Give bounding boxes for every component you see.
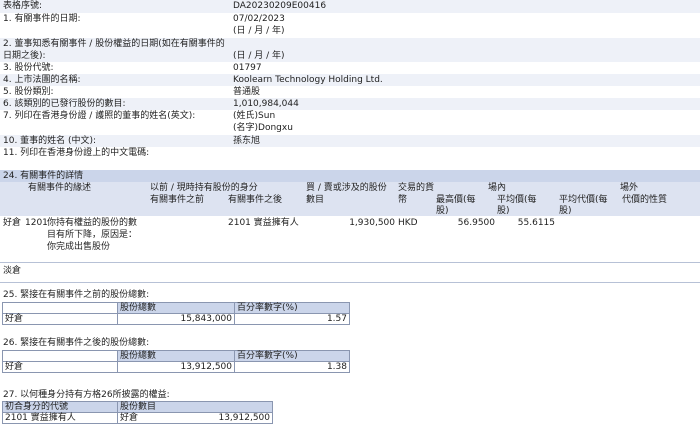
name-cn-label: 10. 董事的姓名 (中文): [3,136,97,146]
section-25-table: 股份總數 百分率數字(%) 好倉 15,843,000 1.57 [2,302,350,325]
name-cn-value: 孫东旭 [233,136,261,146]
event-date-value: 07/02/2023 [233,14,285,24]
s24-position: 好倉 [3,218,22,228]
row-stock-code-band [0,62,700,74]
surname-value: (姓氏)Sun [233,111,276,121]
s24-reason-1: 你持有權益的股份的數 [47,218,138,228]
s24-h-avg: 平均價(每 [497,195,537,205]
s24-h-avg-2: 股) [497,206,510,216]
section-25-title: 25. 緊接在有關事件之前的股份總數: [3,290,150,300]
s27-shares: 13,912,500 [218,413,270,423]
row-name-cn-band [0,135,700,147]
s24-h-reason: 有關事件的緣述 [28,183,92,193]
event-date-label: 1. 有關事件的日期: [3,14,81,24]
s25-h-shares: 股份總數 [117,302,235,314]
s24-h-capacity: 以前 / 現時持有股份的身分 [150,183,258,193]
s24-h-shares-2: 數目 [306,195,325,205]
row-class-band [0,86,700,98]
section-24-bar [0,170,700,182]
section-26-table: 股份總數 百分率數字(%) 好倉 13,912,500 1.38 [2,350,350,373]
s24-h-high: 最高價(每 [436,195,476,205]
s24-h-shares: 買 / 賣或涉及的股份 [306,183,387,193]
aware-date-format: (日 / 月 / 年) [233,51,285,61]
s24-currency: HKD [398,218,418,228]
s24-capacity-after: 2101 實益擁有人 [228,218,299,228]
s26-h-shares: 股份總數 [117,350,235,362]
section-27-table: 初合身分的代號 股份數目 2101 實益擁有人 好倉 13,912,500 [2,401,273,424]
s24-end-divider [0,282,700,283]
s24-h-high-2: 股) [436,206,449,216]
s24-h-currency-2: 幣 [398,195,408,205]
s24-h-currency: 交易的貨 [398,183,435,193]
stock-code-value: 01797 [233,63,262,73]
s24-h-avg-cons-2: 股) [559,206,572,216]
s25-row-label: 好倉 [2,313,118,325]
issued-shares-value: 1,010,984,044 [233,99,299,109]
section-24-title: 24. 有關事件的詳情 [3,171,84,181]
stock-code-label: 3. 股份代號: [3,63,54,73]
s24-h-on-market: 場內 [488,183,507,193]
s26-h-pct: 百分率數字(%) [234,350,350,362]
s24-high-price: 56.9500 [457,218,495,228]
company-label: 4. 上市法團的名稱: [3,75,81,85]
s27-shares-cell: 好倉 13,912,500 [117,412,273,424]
share-class-label: 5. 股份類別: [3,87,54,97]
aware-date-label: 2. 董事知悉有關事件 / 股份權益的日期(如在有關事件的 [3,39,225,49]
telecode-label: 11. 列印在香港身份證上的中文電碼: [3,148,150,158]
form-no-label: 表格序號: [3,1,43,11]
company-value: Koolearn Technology Holding Ltd. [233,75,383,85]
s26-shares: 13,912,500 [117,361,235,373]
s24-reason-3: 你完成出售股份 [47,242,111,252]
row-event-date-band [0,13,700,38]
s27-h-shares: 股份數目 [117,401,273,413]
aware-date-label-2: 日期之後): [3,51,46,61]
issued-shares-label: 6. 該類別的已發行股份的數目: [3,99,126,109]
given-name-value: (名字)Dongxu [233,123,293,133]
event-date-format: (日 / 月 / 年) [233,26,285,36]
s24-divider [0,262,700,263]
section-27-title: 27. 以何種身分持有方格26所披露的權益: [3,390,170,400]
s24-reason-2: 目有所下降，原因是： [47,230,138,240]
s25-pct: 1.57 [234,313,350,325]
s27-position: 好倉 [120,413,139,423]
s27-capacity: 2101 實益擁有人 [2,412,118,424]
s24-h-nature: 代價的性質 [622,195,668,205]
name-en-label: 7. 列印在香港身份證 / 護照的董事的姓名(英文): [3,111,196,121]
s24-avg-price: 55.6115 [517,218,555,228]
s24-shares: 1,930,500 [349,218,395,228]
s25-shares: 15,843,000 [117,313,235,325]
s24-h-after: 有關事件之後 [228,195,283,205]
s24-short-position: 淡倉 [3,266,22,276]
s24-h-off-market: 場外 [620,183,639,193]
s27-h-capacity: 初合身分的代號 [2,401,118,413]
section-26-title: 26. 緊接在有關事件之後的股份總數: [3,338,150,348]
row-form-no-band [0,0,700,13]
s24-reason-code: 1201 [25,218,48,228]
s24-h-before: 有關事件之前 [150,195,205,205]
share-class-value: 普通股 [233,87,261,97]
s25-h-pct: 百分率數字(%) [234,302,350,314]
s26-pct: 1.38 [234,361,350,373]
s24-h-avg-cons: 平均代價(每 [559,195,608,205]
s26-row-label: 好倉 [2,361,118,373]
form-no-value: DA20230209E00416 [233,1,327,11]
